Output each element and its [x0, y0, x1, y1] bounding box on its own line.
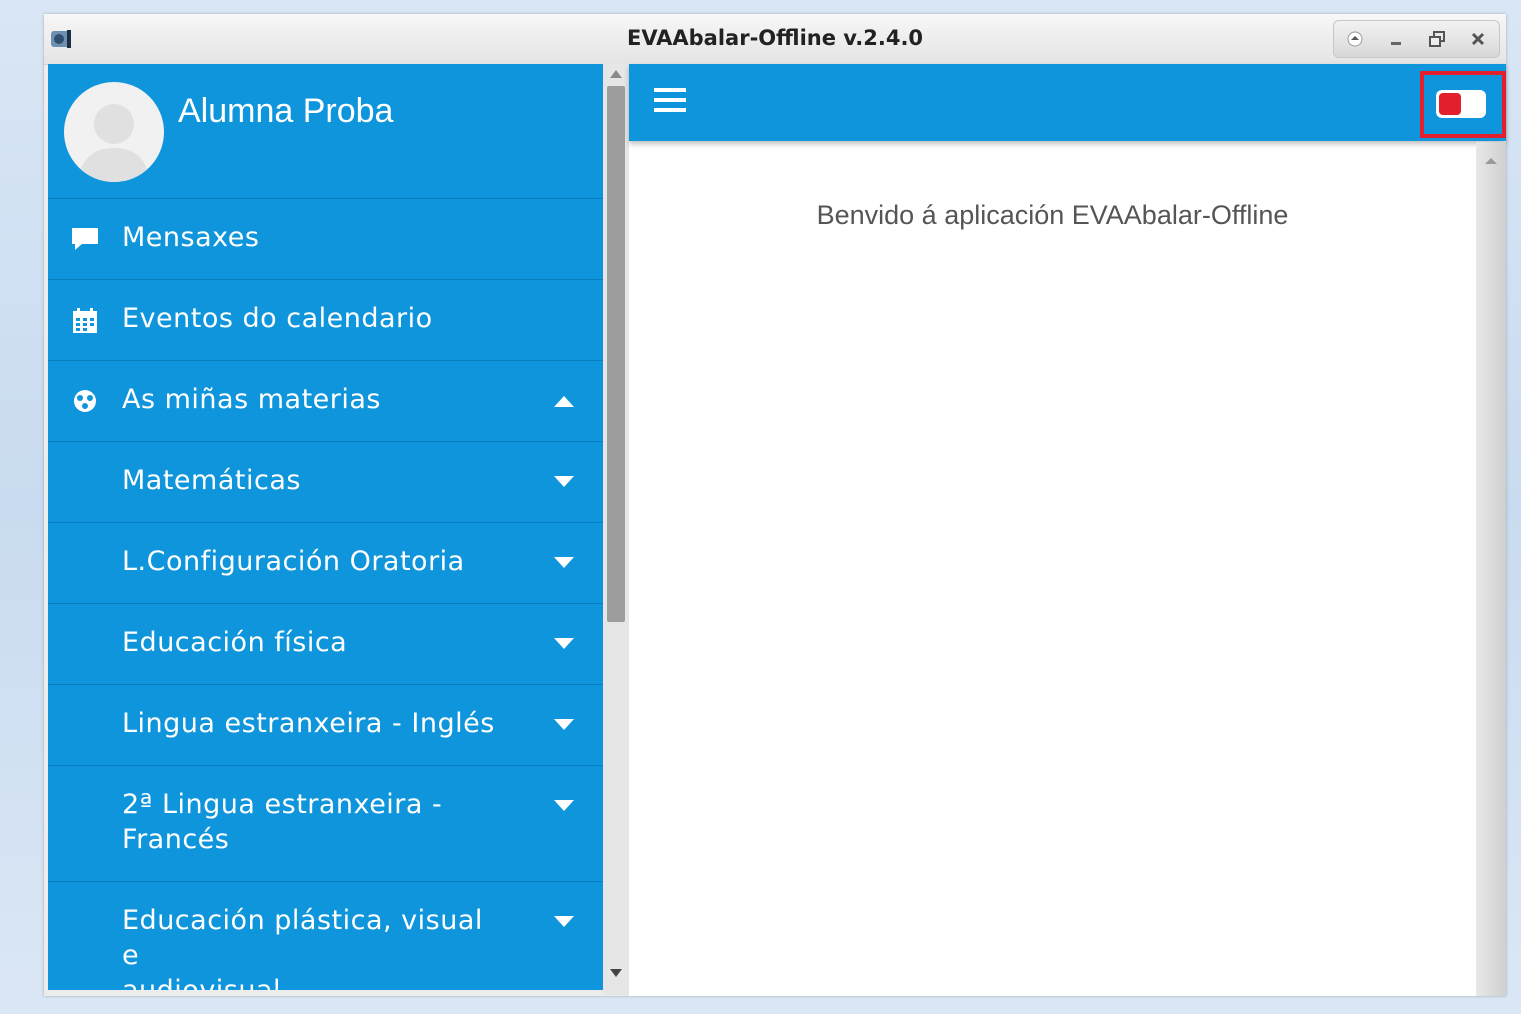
subject-label-line2: audiovisual: [122, 975, 281, 990]
sidebar: Alumna Proba Mensaxes Eventos do calenda…: [48, 64, 603, 990]
sidebar-scrollbar-thumb[interactable]: [607, 86, 625, 622]
close-icon[interactable]: [1463, 24, 1493, 54]
toggle-highlight: [1420, 71, 1506, 138]
restore-icon[interactable]: [1422, 24, 1452, 54]
chevron-up-icon: [554, 396, 574, 407]
hamburger-menu-icon[interactable]: [654, 86, 688, 116]
subject-label: L.Configuración Oratoria: [122, 546, 465, 577]
sidebar-item-calendar[interactable]: Eventos do calendario: [48, 280, 603, 361]
network-icon: [74, 390, 96, 412]
app-window: EVAAbalar-Offline v.2.4.0 Alumna Proba M…: [44, 14, 1506, 996]
main-content: Benvido á aplicación EVAAbalar-Offline: [629, 64, 1506, 996]
subject-label-line1: 2ª Lingua estranxeira -: [122, 789, 443, 820]
subject-label: Lingua estranxeira - Inglés: [122, 708, 495, 739]
subject-label-line1: Educación plástica, visual e: [122, 905, 483, 971]
up-icon[interactable]: [1340, 24, 1370, 54]
subject-label: Matemáticas: [122, 465, 301, 496]
chevron-down-icon[interactable]: [552, 475, 576, 489]
chat-icon: [72, 228, 98, 250]
scroll-up-icon[interactable]: [610, 70, 622, 78]
sidebar-item-label: As miñas materias: [122, 384, 381, 415]
toggle-knob: [1439, 93, 1461, 115]
online-toggle[interactable]: [1436, 90, 1486, 118]
subject-label: 2ª Lingua estranxeira - Francés: [122, 787, 502, 857]
subject-item-frances[interactable]: 2ª Lingua estranxeira - Francés: [48, 766, 603, 882]
subject-item-ingles[interactable]: Lingua estranxeira - Inglés: [48, 685, 603, 766]
sidebar-item-label: Mensaxes: [122, 222, 260, 253]
user-silhouette-icon: [78, 104, 150, 182]
subject-label-line2: Francés: [122, 824, 230, 855]
chevron-down-icon[interactable]: [552, 637, 576, 651]
subject-label: Educación plástica, visual e audiovisual: [122, 903, 502, 990]
scroll-up-icon[interactable]: [1485, 156, 1497, 164]
scroll-down-icon[interactable]: [610, 969, 622, 977]
main-scrollbar[interactable]: [1476, 142, 1506, 996]
user-name: Alumna Proba: [178, 92, 394, 130]
calendar-icon: [73, 308, 97, 333]
minimize-icon[interactable]: [1381, 24, 1411, 54]
chevron-down-icon[interactable]: [552, 799, 576, 813]
chevron-down-icon[interactable]: [552, 556, 576, 570]
subject-item-matematicas[interactable]: Matemáticas: [48, 442, 603, 523]
subject-item-plastica[interactable]: Educación plástica, visual e audiovisual: [48, 882, 603, 990]
welcome-message: Benvido á aplicación EVAAbalar-Offline: [816, 200, 1289, 230]
avatar: [64, 82, 164, 182]
app-toolbar: [629, 64, 1506, 141]
window-controls: [1333, 20, 1500, 58]
user-profile: Alumna Proba: [48, 64, 603, 199]
subject-item-educacion-fisica[interactable]: Educación física: [48, 604, 603, 685]
subject-item-oratoria[interactable]: L.Configuración Oratoria: [48, 523, 603, 604]
chevron-down-icon[interactable]: [552, 915, 576, 929]
sidebar-item-label: Eventos do calendario: [122, 303, 433, 334]
chevron-down-icon[interactable]: [552, 718, 576, 732]
sidebar-item-messages[interactable]: Mensaxes: [48, 199, 603, 280]
sidebar-scrollbar[interactable]: [603, 64, 629, 995]
sidebar-item-my-subjects[interactable]: As miñas materias: [48, 361, 603, 442]
window-title: EVAAbalar-Offline v.2.4.0: [626, 26, 924, 50]
title-bar[interactable]: EVAAbalar-Offline v.2.4.0: [44, 14, 1506, 65]
subject-label: Educación física: [122, 627, 348, 658]
